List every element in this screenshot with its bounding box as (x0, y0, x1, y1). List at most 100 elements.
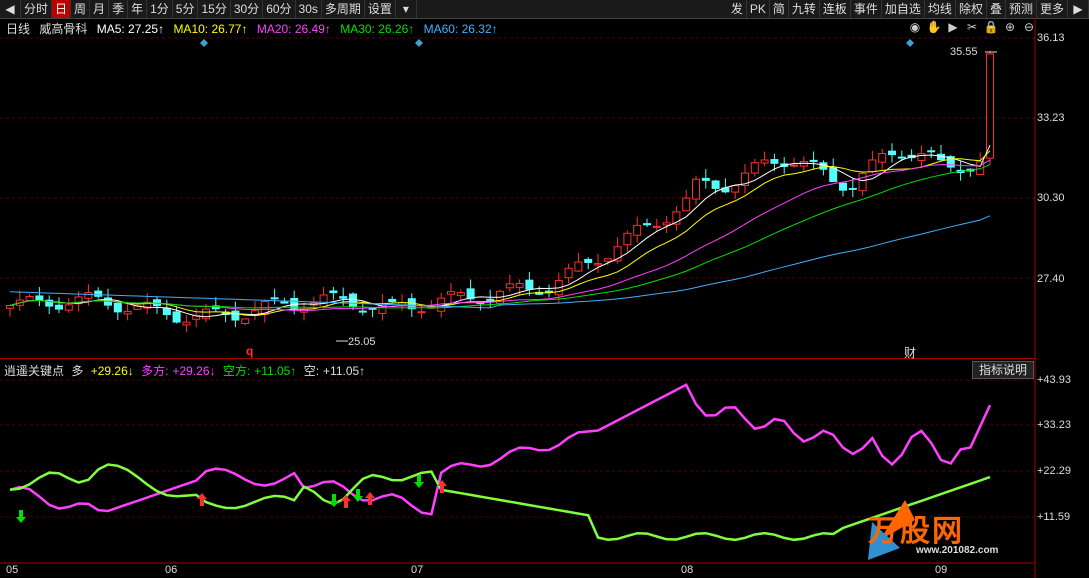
indicator-duo: 多 (71, 364, 84, 378)
candle-body (868, 159, 877, 173)
high-price-label: 35.55 (950, 46, 978, 58)
indicator-name: 逍遥关键点 (4, 364, 65, 378)
candle-body (515, 282, 524, 288)
candle-body (927, 150, 936, 153)
candle-body (202, 308, 210, 320)
candle-body (505, 283, 514, 289)
candle-body (123, 310, 132, 315)
candle-body (701, 177, 710, 181)
candle-body (917, 153, 926, 161)
candle-body (603, 258, 612, 262)
kong-value: +11.05↑ (323, 364, 366, 378)
candle-body (349, 293, 357, 308)
candle-body (270, 297, 279, 300)
candle-body (182, 321, 191, 326)
candle-body (564, 267, 573, 279)
candle-body (84, 292, 93, 299)
kongfang-line (9, 463, 991, 542)
kong-label: 空: (303, 364, 320, 378)
indicator-tick: +22.29 (1037, 465, 1071, 477)
event-diamond-icon (906, 39, 914, 47)
candle-body (897, 156, 906, 159)
price-tick: 27.40 (1037, 273, 1065, 285)
duofang-label: 多方: (141, 364, 169, 378)
sell-arrow-icon (414, 475, 424, 488)
indicator-tick: +11.59 (1037, 511, 1071, 523)
watermark-url: www.201082.com (916, 545, 999, 556)
indicator-v1: +29.26↓ (90, 364, 134, 378)
buy-arrow-icon (365, 492, 375, 505)
candle-body (731, 185, 740, 193)
price-tick: 30.30 (1037, 192, 1065, 204)
indicator-tick: +43.93 (1037, 374, 1071, 386)
candle-body (55, 304, 63, 310)
candle-body (456, 292, 465, 297)
candle-body (643, 223, 651, 226)
candle-body (162, 307, 171, 316)
candle-body (172, 311, 181, 323)
candle-body (770, 159, 779, 164)
event-marker-q[interactable]: q (246, 344, 253, 358)
candle-body (64, 304, 73, 311)
candle-body (319, 294, 328, 308)
candle-body (662, 222, 671, 226)
indicator-legend: 逍遥关键点 多 +29.26↓ 多方: +29.26↓ 空方: +11.05↑ 空:… (4, 362, 369, 379)
candle-body (760, 159, 769, 164)
candle-body (388, 298, 397, 303)
kongfang-label: 空方: (222, 364, 251, 378)
candle-body (584, 258, 593, 263)
duofang-value: +29.26↓ (172, 364, 216, 378)
candle-body (652, 225, 661, 228)
candle-body (594, 263, 602, 266)
panel-divider (0, 358, 1035, 359)
candle-body (809, 159, 818, 163)
candle-body (6, 304, 14, 309)
low-price-label: 25.05 (348, 336, 376, 348)
candle-body (574, 261, 583, 272)
candle-body (633, 224, 642, 236)
indicator-tick: +33.23 (1037, 419, 1071, 431)
candle-body (878, 152, 887, 163)
candle-body (858, 173, 867, 192)
candle-body (35, 295, 44, 301)
candle-body (25, 295, 34, 301)
candle-body (888, 150, 896, 156)
candle-body (417, 311, 426, 314)
date-tick: 05 (6, 564, 19, 576)
buy-arrow-icon (197, 493, 207, 506)
price-tick: 33.23 (1037, 112, 1065, 124)
candle-body (280, 301, 289, 304)
candle-body (329, 290, 338, 294)
indicator-help-button[interactable]: 指标说明 (972, 361, 1035, 379)
date-tick: 09 (935, 564, 948, 576)
date-tick: 07 (411, 564, 424, 576)
event-marker-cai[interactable]: 财 (904, 344, 916, 361)
candle-body (711, 180, 720, 189)
candle-body (692, 178, 700, 200)
watermark-logo: 万股网 (868, 515, 964, 548)
duofang-line (9, 383, 992, 516)
candle-body (545, 290, 553, 293)
candle-body (358, 310, 367, 313)
candle-body (339, 296, 348, 299)
candle-body (113, 302, 122, 313)
candle-body (447, 291, 455, 295)
candle-body (623, 232, 632, 246)
date-tick: 06 (165, 564, 178, 576)
date-tick: 08 (681, 564, 694, 576)
candle-body (525, 279, 534, 290)
event-diamond-icon (415, 39, 423, 47)
candle-body (94, 290, 103, 297)
price-tick: 36.13 (1037, 32, 1065, 44)
candle-body (486, 298, 495, 301)
candle-body (231, 310, 240, 321)
kline-chart[interactable] (0, 0, 1089, 578)
candle-body (829, 167, 838, 183)
candle-body (241, 318, 250, 324)
candle-body (986, 53, 994, 159)
candle-body (682, 197, 691, 212)
candle-body (790, 164, 798, 167)
candle-body (848, 187, 857, 190)
event-diamond-icon (200, 39, 208, 47)
candle-body (750, 162, 759, 174)
